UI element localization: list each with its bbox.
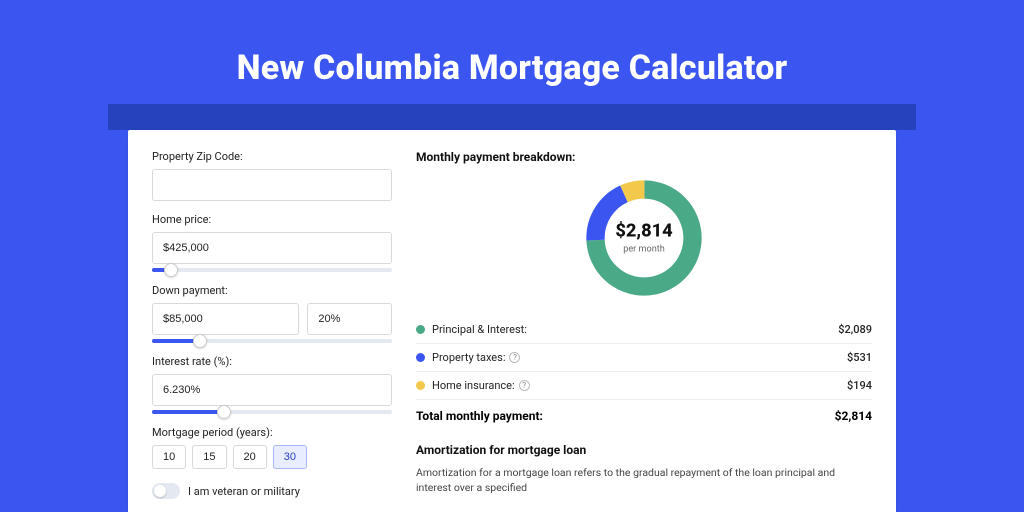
period-option-30[interactable]: 30 [273, 445, 307, 469]
swatch-yellow [416, 381, 425, 390]
info-icon[interactable]: ? [519, 380, 530, 391]
legend-label-insurance: Home insurance: ? [432, 379, 847, 392]
breakdown-heading: Monthly payment breakdown: [416, 150, 872, 164]
down-payment-slider-thumb[interactable] [193, 334, 207, 348]
mortgage-period-options: 10 15 20 30 [152, 445, 392, 469]
total-amount: $2,814 [835, 409, 872, 423]
veteran-toggle-row: I am veteran or military [152, 483, 392, 499]
swatch-green [416, 325, 425, 334]
home-price-slider-thumb[interactable] [164, 263, 178, 277]
zip-input[interactable] [152, 169, 392, 201]
swatch-blue [416, 353, 425, 362]
header-banner [108, 104, 916, 130]
period-option-20[interactable]: 20 [233, 445, 267, 469]
amortization-text: Amortization for a mortgage loan refers … [416, 465, 872, 495]
legend-label-principal: Principal & Interest: [432, 323, 838, 336]
total-label: Total monthly payment: [416, 409, 835, 423]
interest-rate-slider-thumb[interactable] [217, 405, 231, 419]
period-option-15[interactable]: 15 [192, 445, 226, 469]
info-icon[interactable]: ? [509, 352, 520, 363]
down-payment-slider[interactable] [152, 339, 392, 343]
interest-rate-slider[interactable] [152, 410, 392, 414]
donut-chart-wrap: $2,814 per month [416, 174, 872, 302]
period-option-10[interactable]: 10 [152, 445, 186, 469]
down-payment-group: Down payment: [152, 284, 392, 343]
legend-label-taxes: Property taxes: ? [432, 351, 847, 364]
veteran-label: I am veteran or military [188, 485, 300, 498]
mortgage-period-label: Mortgage period (years): [152, 426, 392, 439]
veteran-toggle[interactable] [152, 483, 180, 499]
legend-row-principal: Principal & Interest: $2,089 [416, 316, 872, 344]
page-root: New Columbia Mortgage Calculator Propert… [0, 0, 1024, 512]
inputs-column: Property Zip Code: Home price: Down paym… [152, 150, 392, 492]
calculator-card: Property Zip Code: Home price: Down paym… [128, 130, 896, 512]
zip-label: Property Zip Code: [152, 150, 392, 163]
interest-rate-group: Interest rate (%): [152, 355, 392, 414]
donut-chart: $2,814 per month [580, 174, 708, 302]
legend-amount-insurance: $194 [847, 379, 872, 392]
down-payment-pct-input[interactable] [307, 303, 392, 335]
interest-rate-label: Interest rate (%): [152, 355, 392, 368]
donut-center-sub: per month [623, 245, 665, 255]
legend-amount-principal: $2,089 [838, 323, 872, 336]
legend-row-taxes: Property taxes: ? $531 [416, 344, 872, 372]
down-payment-amount-input[interactable] [152, 303, 299, 335]
home-price-slider[interactable] [152, 268, 392, 272]
page-title: New Columbia Mortgage Calculator [0, 0, 1024, 88]
home-price-label: Home price: [152, 213, 392, 226]
home-price-group: Home price: [152, 213, 392, 272]
down-payment-inputs [152, 303, 392, 335]
mortgage-period-group: Mortgage period (years): 10 15 20 30 [152, 426, 392, 469]
amortization-heading: Amortization for mortgage loan [416, 443, 872, 457]
results-column: Monthly payment breakdown: $2,814 per mo… [416, 150, 872, 492]
down-payment-label: Down payment: [152, 284, 392, 297]
total-row: Total monthly payment: $2,814 [416, 400, 872, 435]
legend-amount-taxes: $531 [847, 351, 872, 364]
donut-center-amount: $2,814 [615, 220, 673, 241]
interest-rate-input[interactable] [152, 374, 392, 406]
zip-field-group: Property Zip Code: [152, 150, 392, 201]
legend-row-insurance: Home insurance: ? $194 [416, 372, 872, 400]
interest-rate-slider-fill [152, 410, 224, 414]
home-price-input[interactable] [152, 232, 392, 264]
